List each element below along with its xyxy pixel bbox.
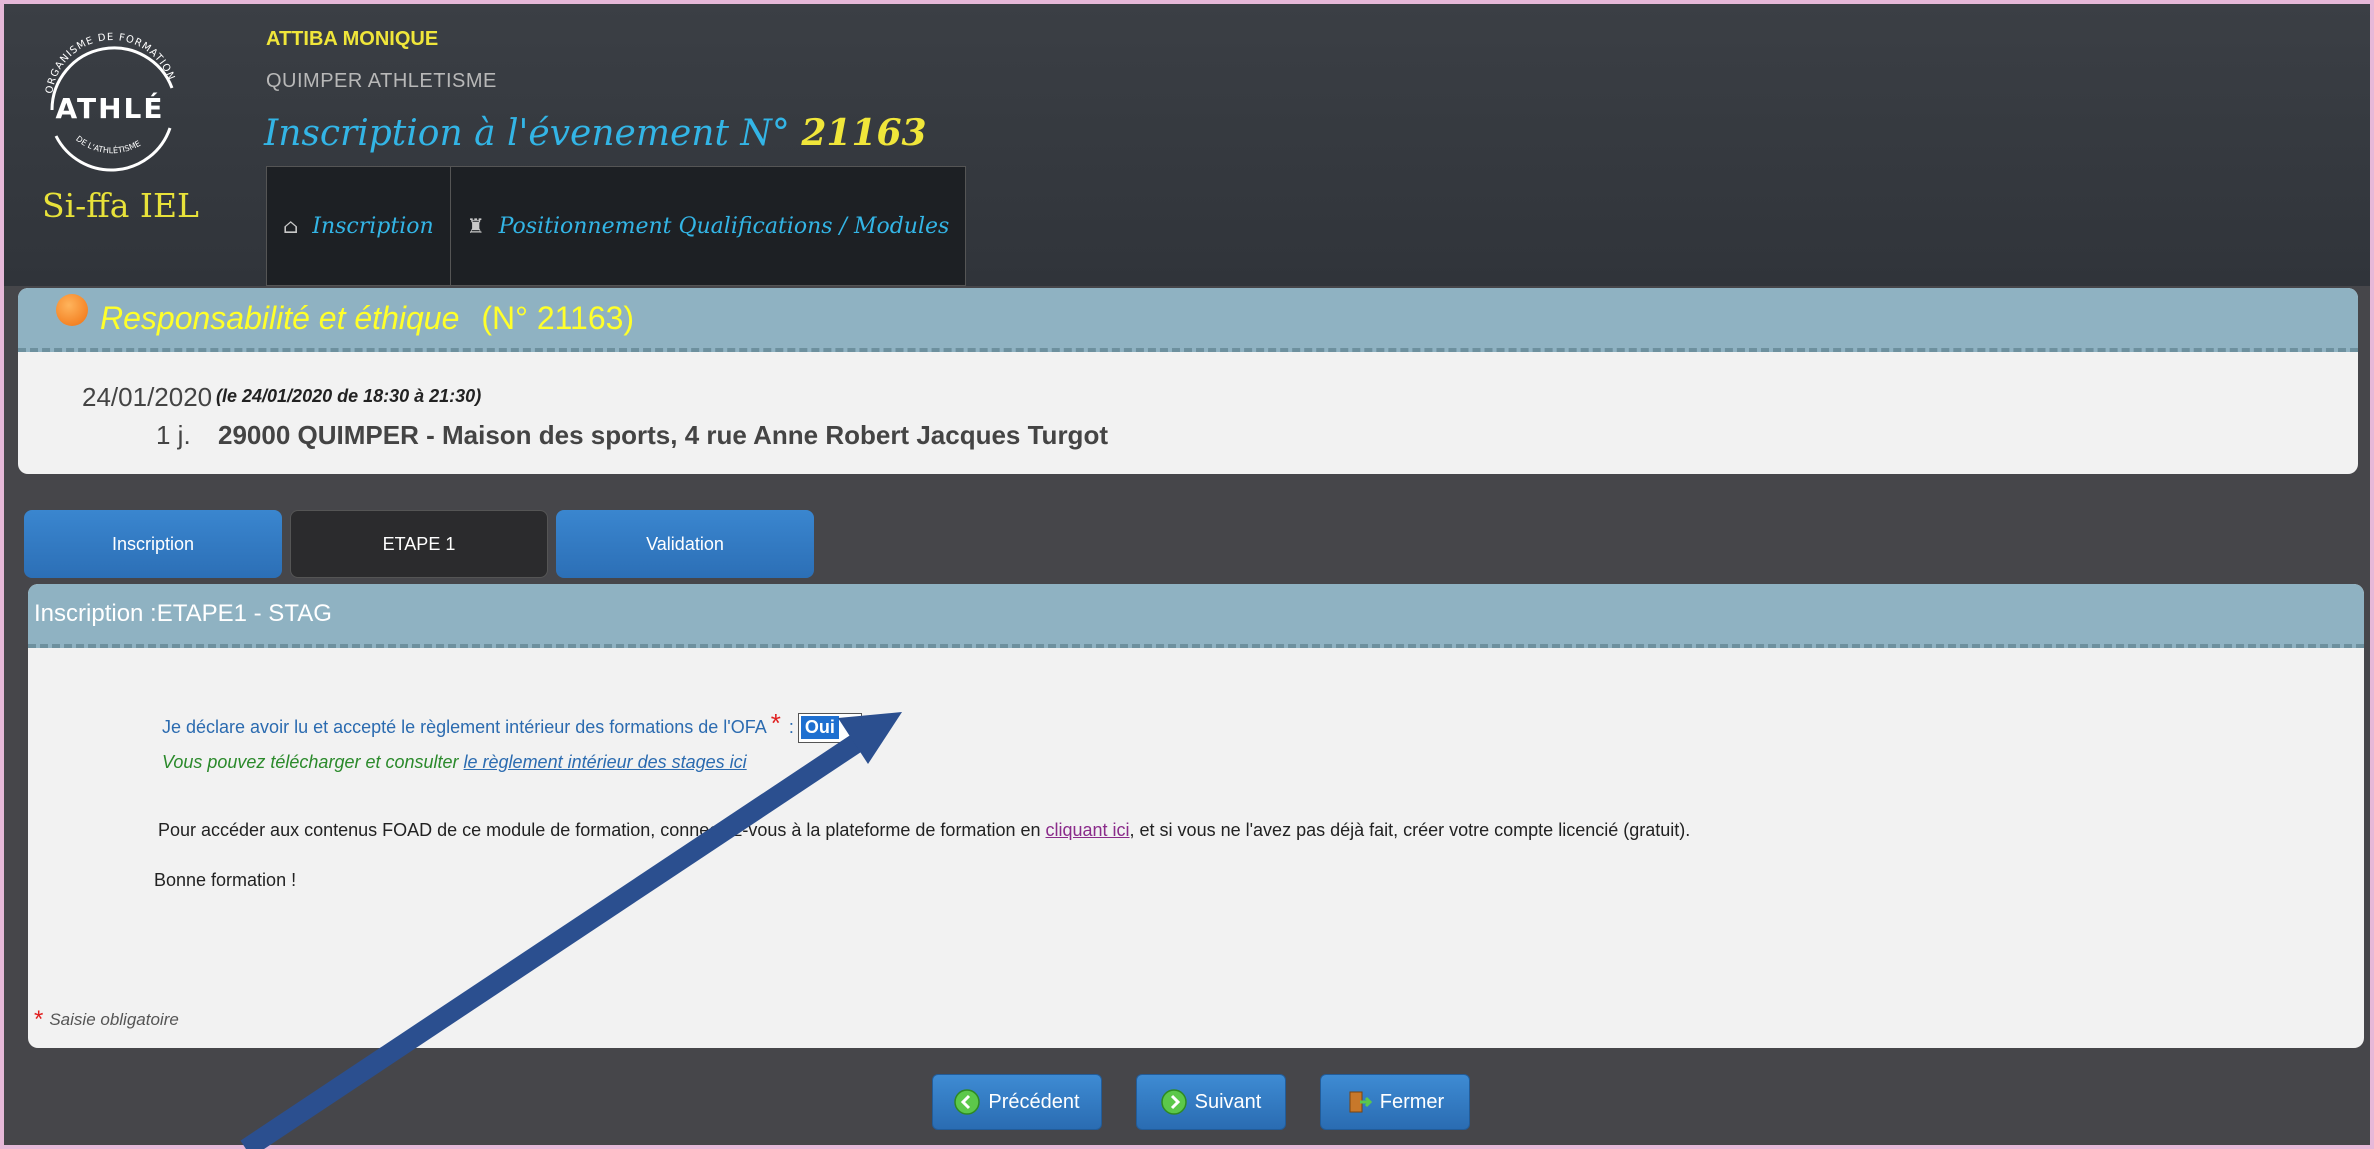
- event-duration: 1 j.: [156, 420, 191, 450]
- athle-logo: ORGANISME DE FORMATION DE L'ATHLÉTISME A…: [44, 32, 176, 172]
- app-header: ORGANISME DE FORMATION DE L'ATHLÉTISME A…: [4, 4, 2370, 286]
- tab-inscription[interactable]: Inscription: [24, 510, 282, 578]
- event-name: Responsabilité et éthique: [100, 299, 460, 336]
- close-button[interactable]: Fermer: [1320, 1074, 1470, 1130]
- reglement-link[interactable]: le règlement intérieur des stages ici: [464, 752, 747, 772]
- form-title: Inscription :ETAPE1 - STAG: [28, 584, 2364, 648]
- access-before: Pour accéder aux contenus FOAD de ce mod…: [158, 820, 1041, 840]
- home-icon: ⌂: [283, 214, 299, 238]
- exit-door-icon: [1349, 1091, 1372, 1113]
- event-panel-title: Responsabilité et éthique (N° 21163): [100, 300, 634, 337]
- next-button[interactable]: Suivant: [1136, 1074, 1286, 1130]
- required-asterisk: *: [34, 1006, 44, 1033]
- declaration-colon: :: [788, 717, 794, 737]
- form-panel: Inscription :ETAPE1 - STAG Je déclare av…: [28, 584, 2364, 1048]
- step-tabs: Inscription ETAPE 1 Validation: [24, 510, 814, 578]
- declaration-row: Je déclare avoir lu et accepté le règlem…: [162, 708, 862, 743]
- acceptance-select[interactable]: Oui ∨: [797, 712, 862, 743]
- event-panel-titlebar: Responsabilité et éthique (N° 21163): [18, 288, 2358, 352]
- access-text: Pour accéder aux contenus FOAD de ce mod…: [158, 820, 1690, 841]
- logo-caption: Si-ffa IEL: [42, 186, 199, 225]
- page-frame: ORGANISME DE FORMATION DE L'ATHLÉTISME A…: [4, 4, 2370, 1145]
- arrow-right-circle-icon: [1160, 1089, 1187, 1115]
- acceptance-select-value: Oui: [800, 716, 839, 739]
- declaration-label: Je déclare avoir lu et accepté le règlem…: [162, 717, 767, 737]
- event-time: (le 24/01/2020 de 18:30 à 21:30): [216, 386, 482, 406]
- tab-etape-1[interactable]: ETAPE 1: [290, 510, 548, 578]
- nav-item-label: Inscription: [312, 213, 434, 239]
- download-label: Vous pouvez télécharger et consulter: [162, 752, 459, 772]
- svg-text:ORGANISME DE FORMATION: ORGANISME DE FORMATION: [44, 32, 176, 95]
- tab-validation[interactable]: Validation: [556, 510, 814, 578]
- closing-text: Bonne formation !: [154, 870, 297, 890]
- logo-ring-top: ORGANISME DE FORMATION: [44, 32, 175, 95]
- top-navigation: ⌂ Inscription ♜ Positionnement Qualifica…: [266, 166, 967, 286]
- nav-item-inscription[interactable]: ⌂ Inscription: [266, 166, 450, 286]
- close-button-label: Fermer: [1379, 1090, 1445, 1113]
- event-place: 29000 QUIMPER - Maison des sports, 4 rue…: [218, 420, 1108, 450]
- event-title: Inscription à l'évenement N° 21163: [264, 112, 927, 154]
- svg-text:DE L'ATHLÉTISME: DE L'ATHLÉTISME: [74, 134, 142, 155]
- mandatory-note: * Saisie obligatoire: [34, 1004, 179, 1033]
- event-title-prefix: Inscription à l'évenement N°: [264, 113, 790, 154]
- nav-item-label: Positionnement Qualifications / Modules: [498, 213, 950, 239]
- trophy-icon: ♜: [466, 214, 485, 238]
- event-date: 24/01/2020: [82, 382, 213, 412]
- logo-wordmark: ATHLÉ: [56, 91, 165, 125]
- previous-button-label: Précédent: [988, 1090, 1080, 1113]
- required-asterisk: *: [770, 708, 781, 738]
- download-text: Vous pouvez télécharger et consulter le …: [162, 752, 747, 773]
- arrow-left-circle-icon: [954, 1089, 981, 1115]
- club-name: QUIMPER ATHLETISME: [266, 70, 497, 92]
- event-panel-number: (N° 21163): [481, 299, 635, 336]
- mandatory-note-label: Saisie obligatoire: [49, 1010, 179, 1029]
- access-after: , et si vous ne l'avez pas déjà fait, cr…: [1129, 820, 1691, 840]
- logo-ring-bottom: DE L'ATHLÉTISME: [74, 134, 142, 155]
- chevron-down-icon: ∨: [844, 719, 857, 737]
- user-name: ATTIBA MONIQUE: [266, 28, 439, 50]
- nav-item-positionnement[interactable]: ♜ Positionnement Qualifications / Module…: [449, 166, 967, 286]
- event-panel: Responsabilité et éthique (N° 21163) 24/0…: [18, 288, 2358, 474]
- status-dot-icon: [56, 294, 88, 326]
- event-number: 21163: [801, 112, 927, 154]
- next-button-label: Suivant: [1194, 1090, 1262, 1113]
- previous-button[interactable]: Précédent: [932, 1074, 1102, 1130]
- platform-link[interactable]: cliquant ici: [1046, 820, 1130, 840]
